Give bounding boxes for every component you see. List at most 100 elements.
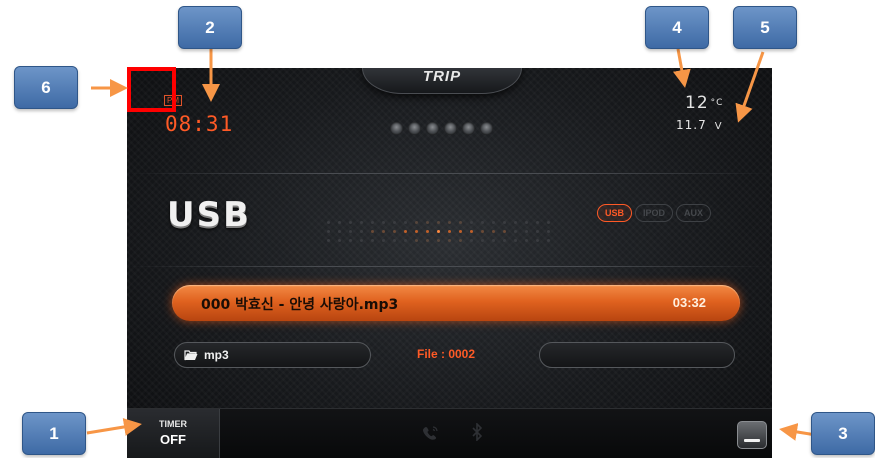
trip-label: TRIP — [422, 68, 462, 85]
visualizer-dot — [481, 221, 484, 224]
temperature-display: 12 °C — [685, 93, 723, 113]
page-dot — [426, 122, 439, 135]
visualizer-dot — [448, 221, 451, 224]
page-dot — [462, 122, 475, 135]
timer-value: OFF — [160, 432, 186, 447]
visualizer-dot — [547, 230, 550, 233]
callout-badge-2: 2 — [178, 6, 242, 49]
visualizer-dot — [360, 239, 363, 242]
visualizer-dot — [404, 230, 407, 233]
visualizer-dot — [338, 239, 341, 242]
file-counter: File : 0002 — [417, 347, 476, 361]
callout-badge-1: 1 — [22, 412, 86, 455]
visualizer-dot — [360, 221, 363, 224]
visualizer-dot — [503, 230, 506, 233]
bluetooth-icon — [472, 423, 483, 441]
callout-badge-6: 6 — [14, 66, 78, 109]
temperature-unit: °C — [710, 98, 724, 108]
page-dot — [390, 122, 403, 135]
menu-button[interactable] — [737, 421, 767, 449]
voltage-display: 11.7 V — [676, 118, 723, 132]
annotated-screenshot: TRIP PM 08:31 12 °C 11.7 V USB USB IPOD AU… — [0, 0, 875, 458]
visualizer-dot — [382, 230, 385, 233]
visualizer-dot — [525, 239, 528, 242]
highlight-box — [127, 67, 176, 112]
visualizer-dot — [536, 239, 539, 242]
visualizer-dot — [514, 230, 517, 233]
visualizer-dot — [327, 221, 330, 224]
visualizer-dot — [382, 239, 385, 242]
folder-label: mp3 — [204, 348, 229, 362]
visualizer-dot — [338, 221, 341, 224]
folder-button[interactable]: mp3 — [174, 342, 371, 368]
phone-icon — [423, 426, 438, 440]
menu-icon — [744, 439, 760, 442]
source-usb-button[interactable]: USB — [597, 204, 633, 222]
visualizer-dot — [327, 230, 330, 233]
visualizer-dot — [503, 239, 506, 242]
folder-open-icon — [184, 350, 198, 361]
voltage-unit: V — [714, 121, 723, 132]
visualizer-dot — [404, 239, 407, 242]
visualizer-dot — [426, 239, 429, 242]
visualizer-dot — [459, 230, 462, 233]
visualizer-dot — [415, 230, 418, 233]
visualizer-dot — [470, 221, 473, 224]
visualizer-dot — [536, 221, 539, 224]
visualizer-dot — [503, 221, 506, 224]
callout-badge-4: 4 — [645, 6, 709, 49]
page-dot — [444, 122, 457, 135]
visualizer-dot — [327, 239, 330, 242]
source-aux-button[interactable]: AUX — [676, 204, 712, 222]
visualizer-dot — [437, 221, 440, 224]
page-dot — [480, 122, 493, 135]
divider — [127, 266, 772, 267]
visualizer-dot — [514, 239, 517, 242]
visualizer-dot — [393, 221, 396, 224]
visualizer-dot — [492, 221, 495, 224]
visualizer-dot — [393, 230, 396, 233]
visualizer-dot — [382, 221, 385, 224]
visualizer-dot — [404, 221, 407, 224]
callout-badge-5: 5 — [733, 6, 797, 49]
visualizer-dot — [492, 230, 495, 233]
track-duration: 03:32 — [672, 295, 706, 310]
visualizer-dot — [349, 239, 352, 242]
visualizer-dot — [547, 239, 550, 242]
visualizer-dot — [349, 230, 352, 233]
visualizer-dot — [470, 230, 473, 233]
visualizer-dot — [459, 221, 462, 224]
visualizer-dot — [393, 239, 396, 242]
visualizer-dot — [338, 230, 341, 233]
visualizer-dot — [437, 230, 440, 233]
visualizer-dot — [426, 230, 429, 233]
visualizer-dot — [448, 230, 451, 233]
visualizer-dot — [514, 221, 517, 224]
source-title: USB — [167, 195, 252, 235]
source-ipod-button[interactable]: IPOD — [635, 204, 674, 222]
page-indicator — [390, 122, 493, 135]
head-unit-screen: TRIP PM 08:31 12 °C 11.7 V USB USB IPOD AU… — [127, 68, 772, 458]
visualizer-dot — [426, 221, 429, 224]
visualizer-dot — [349, 221, 352, 224]
bottom-bar: TIMER OFF — [127, 408, 772, 458]
now-playing-bar[interactable]: 000 박효신 - 안녕 사랑아.mp3 03:32 — [172, 285, 740, 321]
visualizer-dot — [481, 239, 484, 242]
visualizer-dot — [360, 230, 363, 233]
visualizer-dot — [448, 239, 451, 242]
trip-button[interactable]: TRIP — [362, 68, 522, 94]
visualizer-dot — [481, 230, 484, 233]
clock-display: 08:31 — [165, 112, 234, 136]
visualizer-dot — [415, 239, 418, 242]
timer-button[interactable]: TIMER OFF — [127, 409, 220, 458]
temperature-value: 12 — [685, 93, 709, 113]
empty-info-field — [539, 342, 735, 368]
timer-label: TIMER — [159, 419, 187, 429]
page-dot — [408, 122, 421, 135]
level-visualizer — [327, 221, 557, 251]
visualizer-dot — [525, 221, 528, 224]
voltage-value: 11.7 — [676, 118, 707, 132]
track-name: 000 박효신 - 안녕 사랑아.mp3 — [201, 297, 399, 313]
divider — [127, 173, 772, 174]
visualizer-dot — [492, 239, 495, 242]
